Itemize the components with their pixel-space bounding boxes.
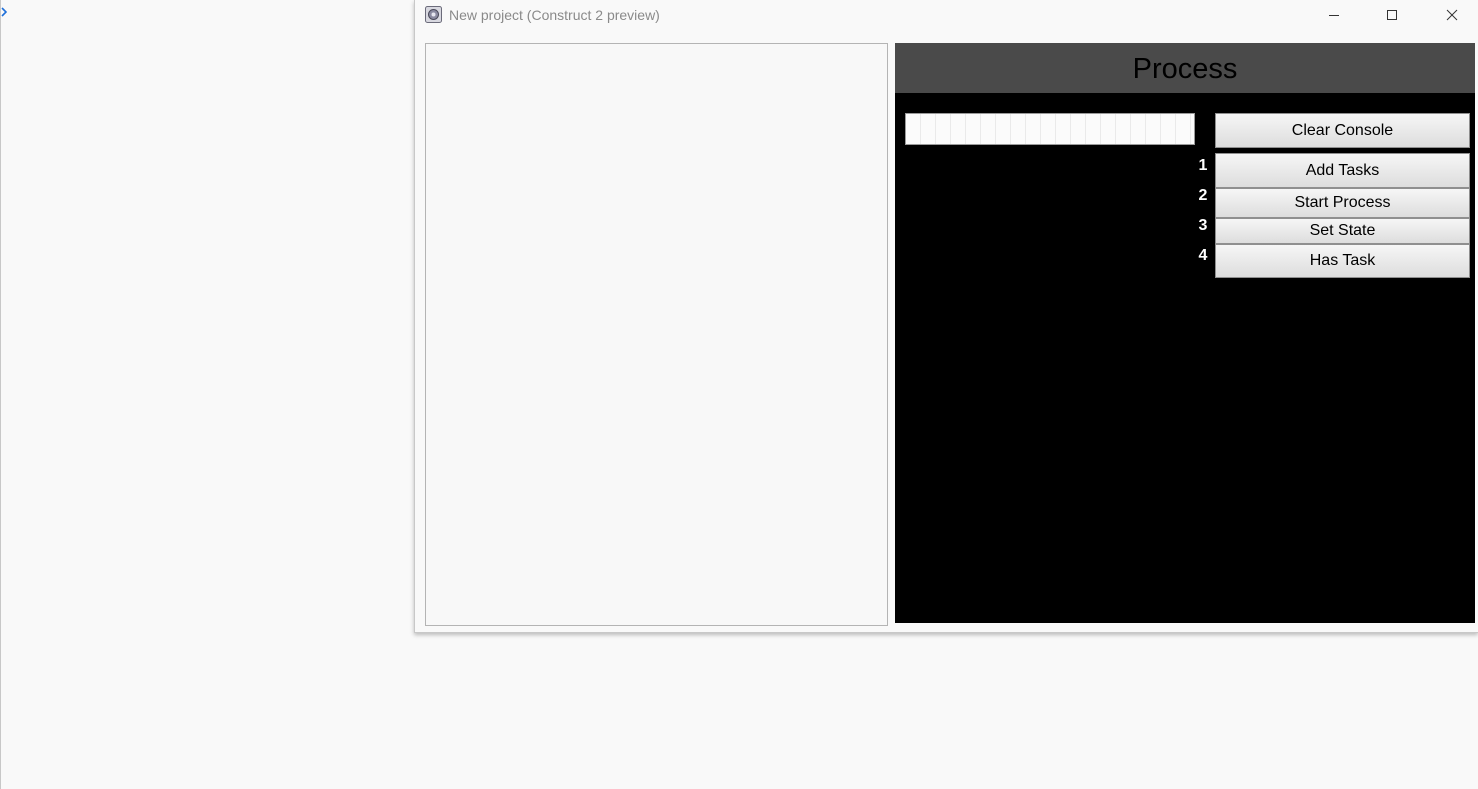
step-number-3: 3 [1198,217,1208,234]
close-button[interactable] [1429,0,1475,30]
step-number-1: 1 [1198,157,1208,174]
set-state-button[interactable]: Set State [1215,218,1470,244]
construct-app-icon [425,6,442,23]
process-header: Process [895,43,1475,93]
start-process-button[interactable]: Start Process [1215,188,1470,218]
window-title: New project (Construct 2 preview) [449,7,660,23]
maximize-icon [1387,10,1397,20]
has-task-button[interactable]: Has Task [1215,244,1470,278]
process-title: Process [1132,52,1238,85]
console-input[interactable] [905,113,1195,145]
step-number-2: 2 [1198,187,1208,204]
window-titlebar[interactable]: New project (Construct 2 preview) [415,0,1478,30]
close-icon [1446,9,1458,21]
clear-console-button[interactable]: Clear Console [1215,113,1470,148]
minimize-icon [1329,15,1339,16]
left-edge-divider [0,0,1,789]
minimize-button[interactable] [1311,0,1357,30]
preview-window: New project (Construct 2 preview) Proces… [414,0,1478,633]
chevron-right-icon[interactable] [1,6,7,18]
process-panel: Process Clear Console 1 Add Tasks 2 Star… [895,43,1475,623]
maximize-button[interactable] [1369,0,1415,30]
game-canvas-area[interactable] [425,43,888,626]
step-number-4: 4 [1198,247,1208,264]
add-tasks-button[interactable]: Add Tasks [1215,153,1470,188]
